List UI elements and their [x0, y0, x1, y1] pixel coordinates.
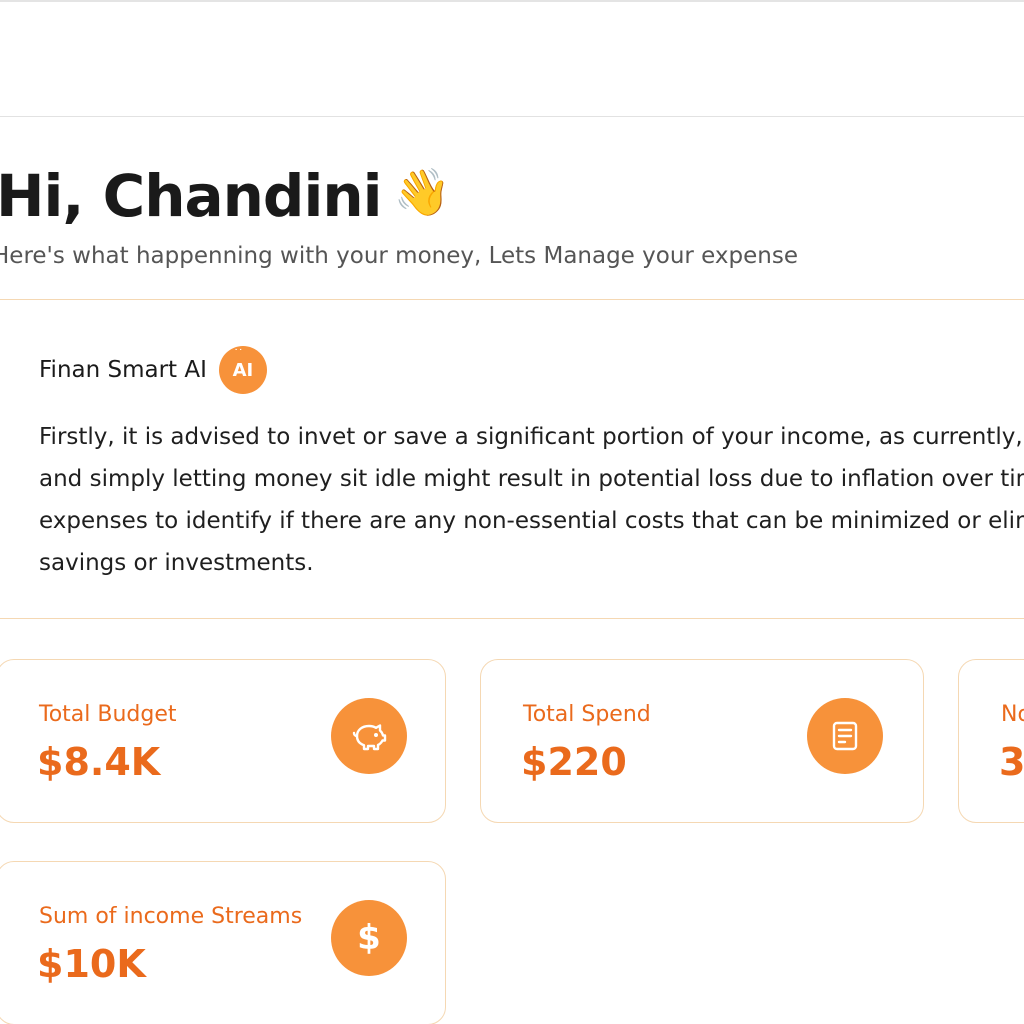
window-top-border: [0, 0, 1024, 2]
dashboard-page: Hi, Chandini 👋 Here's what happenning wi…: [0, 0, 1024, 1024]
piggy-bank-icon: [331, 698, 407, 774]
stat-label: Total Budget: [39, 702, 177, 727]
stat-value: $10K: [37, 942, 146, 986]
stat-value: $220: [521, 740, 627, 784]
waving-hand-icon: 👋: [393, 164, 451, 219]
stat-label: No: [1001, 702, 1024, 727]
income-streams-card[interactable]: Sum of income Streams $10K $: [0, 861, 446, 1024]
stat-value: 3: [999, 740, 1024, 784]
page-title: Hi, Chandini 👋: [0, 162, 451, 230]
stat-label: Total Spend: [523, 702, 651, 727]
dollar-glyph: $: [357, 918, 381, 958]
total-budget-card[interactable]: Total Budget $8.4K: [0, 659, 446, 823]
header-divider: [0, 116, 1024, 117]
ai-advice-text: Firstly, it is advised to invet or save …: [39, 424, 1024, 576]
receipt-icon: [807, 698, 883, 774]
ai-advice-card: Finan Smart AI ˙˙ AI Firstly, it is advi…: [0, 299, 1024, 619]
ai-badge-label: AI: [232, 359, 254, 381]
total-spend-card[interactable]: Total Spend $220: [480, 659, 924, 823]
sparkle-mark: ˙˙: [233, 349, 243, 359]
sparkle-ai-icon: ˙˙ AI: [218, 346, 267, 394]
ai-card-title: Finan Smart AI: [39, 357, 207, 383]
ai-card-header: Finan Smart AI ˙˙ AI: [39, 346, 267, 394]
budget-count-card[interactable]: No 3: [958, 659, 1024, 823]
page-subtitle: Here's what happenning with your money, …: [0, 243, 798, 269]
stat-label: Sum of income Streams: [39, 904, 303, 929]
greeting-text: Hi, Chandini: [0, 162, 383, 230]
stat-value: $8.4K: [37, 740, 161, 784]
dollar-icon: $: [331, 900, 407, 976]
